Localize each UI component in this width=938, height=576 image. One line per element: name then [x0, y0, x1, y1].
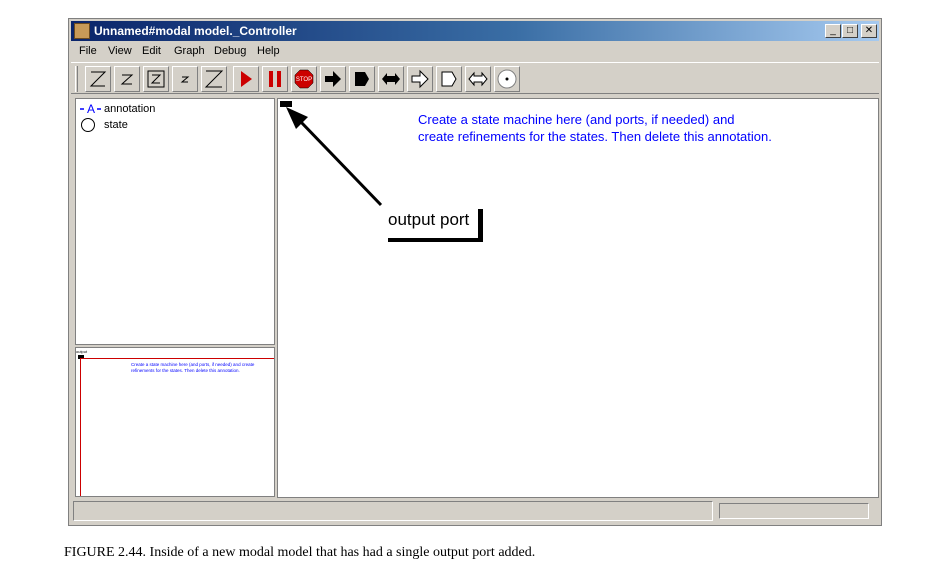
toolbar: STOP [71, 62, 879, 94]
toolbar-grip[interactable] [75, 66, 78, 92]
overview-viewport-top-edge [80, 358, 274, 359]
flag-outline-icon [441, 71, 457, 87]
stop-button[interactable]: STOP [291, 66, 317, 92]
pause-button[interactable] [262, 66, 288, 92]
run-button[interactable] [233, 66, 259, 92]
zoom-fit-icon [147, 70, 165, 88]
app-window: Unnamed#modal model._Controller _ □ ✕ Fi… [68, 18, 882, 526]
zoom-out-button[interactable] [201, 66, 227, 92]
arrow-double-outline-icon [468, 71, 488, 87]
menu-help[interactable]: Help [257, 43, 280, 59]
flag-filled-button[interactable] [349, 66, 375, 92]
menu-debug[interactable]: Debug [214, 43, 246, 59]
stop-icon: STOP [294, 69, 314, 89]
zoom-reset-icon [120, 74, 134, 85]
graph-canvas[interactable]: Create a state machine here (and ports, … [277, 98, 879, 498]
menu-view[interactable]: View [108, 43, 132, 59]
menu-bar: File View Edit Graph Debug Help [71, 42, 879, 60]
maximize-icon: □ [846, 25, 854, 36]
callout-arrow [286, 107, 383, 207]
zoom-small-icon [180, 76, 190, 83]
svg-text:STOP: STOP [296, 77, 312, 83]
status-bar [71, 499, 879, 523]
status-progress [719, 503, 869, 519]
overview-annotation: Create a state machine here (and ports, … [131, 362, 255, 373]
arrow-outline-button[interactable] [407, 66, 433, 92]
overview-panel[interactable]: output Create a state machine here (and … [75, 347, 275, 497]
status-message [73, 501, 713, 521]
arrow-double-filled-icon [382, 73, 400, 85]
zoom-out-icon [204, 70, 224, 88]
app-icon [74, 23, 90, 39]
menu-graph[interactable]: Graph [174, 43, 205, 59]
minimize-button[interactable]: _ [825, 24, 841, 38]
pause-icon [269, 71, 281, 87]
library-item-label: state [104, 119, 128, 131]
overview-viewport-left-edge [80, 358, 81, 496]
menu-edit[interactable]: Edit [142, 43, 161, 59]
run-icon [241, 71, 252, 87]
callout-underline [388, 238, 483, 242]
callout-bracket [478, 209, 483, 242]
close-icon: ✕ [864, 25, 874, 36]
double-arrow-filled-button[interactable] [378, 66, 404, 92]
title-bar: Unnamed#modal model._Controller _ □ ✕ [71, 21, 879, 41]
zoom-fit-button[interactable] [143, 66, 169, 92]
flag-outline-button[interactable] [436, 66, 462, 92]
annotation-icon: A [80, 102, 101, 116]
step-forward-button[interactable] [320, 66, 346, 92]
window-title: Unnamed#modal model._Controller [94, 24, 297, 38]
library-item-label: annotation [104, 103, 156, 115]
arrow-filled-right-icon [325, 71, 341, 87]
library-panel: A annotation state [75, 98, 275, 345]
minimize-icon: _ [830, 25, 836, 36]
zoom-in-button[interactable] [85, 66, 111, 92]
maximize-button[interactable]: □ [842, 24, 858, 38]
state-circle-icon [81, 118, 95, 132]
arrow-outline-right-icon [411, 69, 429, 89]
overview-port-label: output [76, 349, 88, 354]
state-button[interactable] [494, 66, 520, 92]
close-button[interactable]: ✕ [861, 24, 877, 38]
svg-text:A: A [87, 102, 95, 116]
double-arrow-outline-button[interactable] [465, 66, 491, 92]
zoom-small-button[interactable] [172, 66, 198, 92]
state-circle-icon [497, 69, 517, 89]
figure-caption: FIGURE 2.44. Inside of a new modal model… [64, 545, 536, 560]
zoom-reset-button[interactable] [114, 66, 140, 92]
flag-filled-icon [355, 72, 369, 86]
zoom-in-icon [89, 71, 107, 87]
callout-label: output port [388, 209, 470, 231]
menu-file[interactable]: File [79, 43, 97, 59]
